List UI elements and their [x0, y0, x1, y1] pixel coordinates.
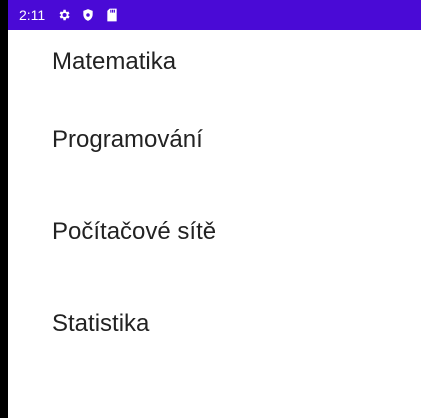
list-item-label: Statistika: [52, 310, 150, 337]
sd-card-icon: [103, 6, 121, 24]
list-item-label: Počítačové sítě: [52, 218, 217, 245]
list-item-matematika[interactable]: Matematika: [8, 30, 421, 94]
status-time: 2:11: [19, 7, 46, 23]
list-item-programovani[interactable]: Programování: [8, 94, 421, 186]
list-item-label: Matematika: [52, 48, 177, 75]
list-item-pocitacove-site[interactable]: Počítačové sítě: [8, 186, 421, 278]
list-item-label: Programování: [52, 126, 203, 153]
app-screen: 2:11 Matematika Programování Počítačové …: [8, 0, 421, 418]
gear-icon: [55, 6, 73, 24]
status-bar: 2:11: [8, 0, 421, 30]
subject-list: Matematika Programování Počítačové sítě …: [8, 30, 421, 370]
shield-icon: [79, 6, 97, 24]
list-item-statistika[interactable]: Statistika: [8, 278, 421, 370]
